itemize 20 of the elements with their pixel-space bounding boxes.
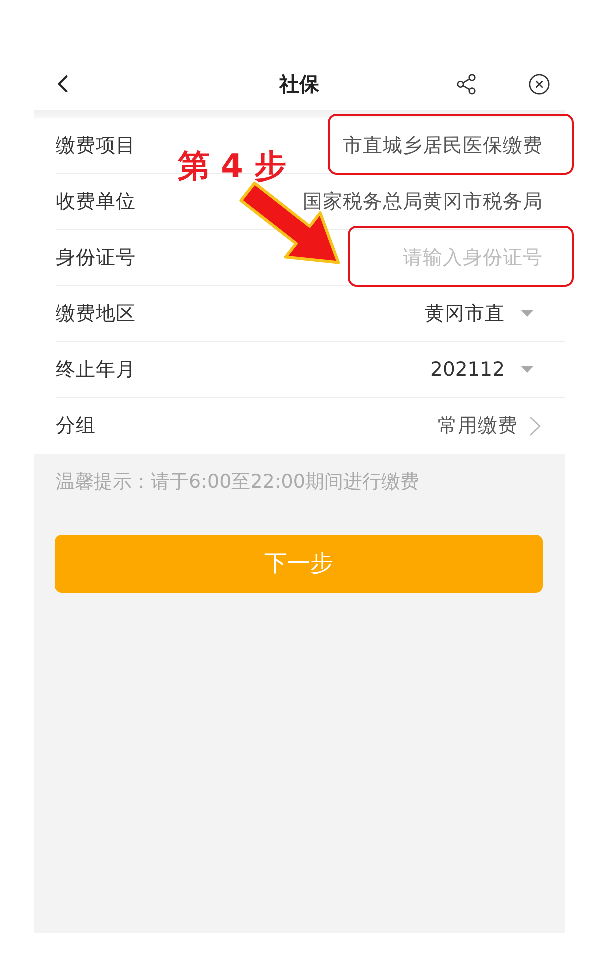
field-value: 国家税务总局黄冈市税务局: [303, 188, 543, 215]
close-icon[interactable]: [528, 72, 551, 96]
field-label: 缴费项目: [56, 132, 136, 159]
dropdown-select[interactable]: 202112: [430, 354, 534, 384]
group-selector[interactable]: 常用缴费: [438, 411, 541, 441]
caret-down-icon: [521, 310, 534, 317]
field-value: 市直城乡居民医保缴费: [343, 132, 543, 159]
chevron-right-icon: [530, 416, 541, 436]
hint-text: 温馨提示：请于6:00至22:00期间进行缴费: [55, 470, 420, 494]
page-title: 社保: [280, 71, 320, 98]
step-label: 第 4 步: [178, 150, 287, 182]
field-label: 缴费地区: [56, 300, 136, 327]
field-label: 终止年月: [56, 356, 136, 383]
dropdown-select[interactable]: 黄冈市直: [425, 298, 534, 328]
id-number-input[interactable]: 请输入身份证号: [363, 242, 543, 272]
field-label: 收费单位: [56, 188, 136, 215]
share-icon[interactable]: [455, 72, 478, 96]
caret-down-icon: [521, 366, 534, 373]
field-label: 身份证号: [56, 244, 136, 271]
field-label: 分组: [56, 413, 96, 440]
